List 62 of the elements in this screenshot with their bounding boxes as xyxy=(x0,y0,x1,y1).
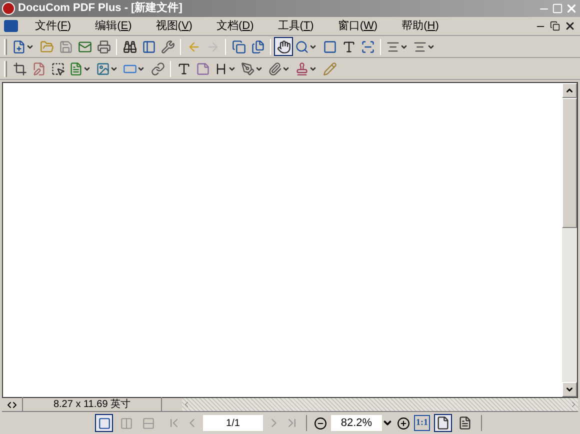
back-arrow-icon xyxy=(186,40,200,54)
crop-icon xyxy=(12,62,26,76)
toolbar-button[interactable] xyxy=(274,37,293,56)
scroll-left-icon[interactable] xyxy=(182,400,191,409)
zoom-in-icon[interactable] xyxy=(397,416,410,430)
continuous-pages-icon xyxy=(142,416,154,430)
pencil-icon xyxy=(322,62,336,76)
single-page-icon xyxy=(98,416,110,430)
square-icon xyxy=(322,40,336,54)
scroll-up-icon[interactable] xyxy=(565,86,574,95)
facing-pages-icon xyxy=(120,416,132,430)
image-icon xyxy=(96,62,110,76)
horizontal-scrollbar[interactable] xyxy=(182,398,578,411)
text-box-icon xyxy=(176,62,190,76)
panel-icon xyxy=(142,40,156,54)
menu-item[interactable]: 帮助(H) xyxy=(392,18,448,34)
zoom-out-icon[interactable] xyxy=(314,416,327,430)
fit-width-icon xyxy=(458,416,472,430)
menu-item[interactable]: 文件(F) xyxy=(26,18,80,34)
page-size-label: 8.27 x 11.69 英寸 xyxy=(22,397,162,412)
window-title: DocuCom PDF Plus - [新建文件] xyxy=(18,0,182,16)
link-icon xyxy=(150,62,164,76)
menu-item[interactable]: 文档(D) xyxy=(207,18,263,34)
restore-icon[interactable] xyxy=(550,21,560,31)
mail-icon xyxy=(78,40,92,54)
paperclip-icon xyxy=(268,62,282,76)
select-area-icon xyxy=(50,62,64,76)
view-mode-button[interactable] xyxy=(95,414,113,432)
forward-arrow-icon xyxy=(206,40,220,54)
fit-page-icon xyxy=(436,416,450,430)
scroll-down-icon[interactable] xyxy=(565,385,574,394)
folder-icon xyxy=(40,40,54,54)
pages-icon xyxy=(232,40,246,54)
search-icon xyxy=(295,40,309,54)
image-select-icon xyxy=(360,40,374,54)
vertical-scrollbar[interactable] xyxy=(562,83,577,397)
print-icon xyxy=(96,40,110,54)
note-icon xyxy=(196,62,210,76)
menu-item[interactable]: 工具(T) xyxy=(268,18,323,34)
align-icon xyxy=(386,40,400,54)
menu-item[interactable]: 编辑(E) xyxy=(86,18,141,34)
text-icon xyxy=(342,40,356,54)
wrench-icon xyxy=(160,40,174,54)
new-file-icon xyxy=(12,40,26,54)
stamp-icon xyxy=(295,62,309,76)
fit-mode-button[interactable] xyxy=(434,414,452,432)
pen-icon xyxy=(241,62,255,76)
save-icon xyxy=(58,40,72,54)
menu-item[interactable]: 窗口(W) xyxy=(328,18,387,34)
pages-icon xyxy=(250,40,264,54)
scroll-right-icon[interactable] xyxy=(569,400,578,409)
hand-icon xyxy=(276,40,290,54)
heading-icon xyxy=(214,62,228,76)
close-icon[interactable] xyxy=(564,20,576,32)
binoculars-icon xyxy=(122,40,136,54)
align-icon xyxy=(413,40,427,54)
app-logo-icon xyxy=(2,2,15,15)
menu-item[interactable]: 视图(V) xyxy=(146,18,202,34)
edit-text-icon xyxy=(32,62,46,76)
page-field[interactable]: 1/1 xyxy=(203,415,263,431)
actual-size-button[interactable]: 1:1 xyxy=(414,415,430,431)
zoom-field[interactable]: 82.2% xyxy=(331,415,393,431)
